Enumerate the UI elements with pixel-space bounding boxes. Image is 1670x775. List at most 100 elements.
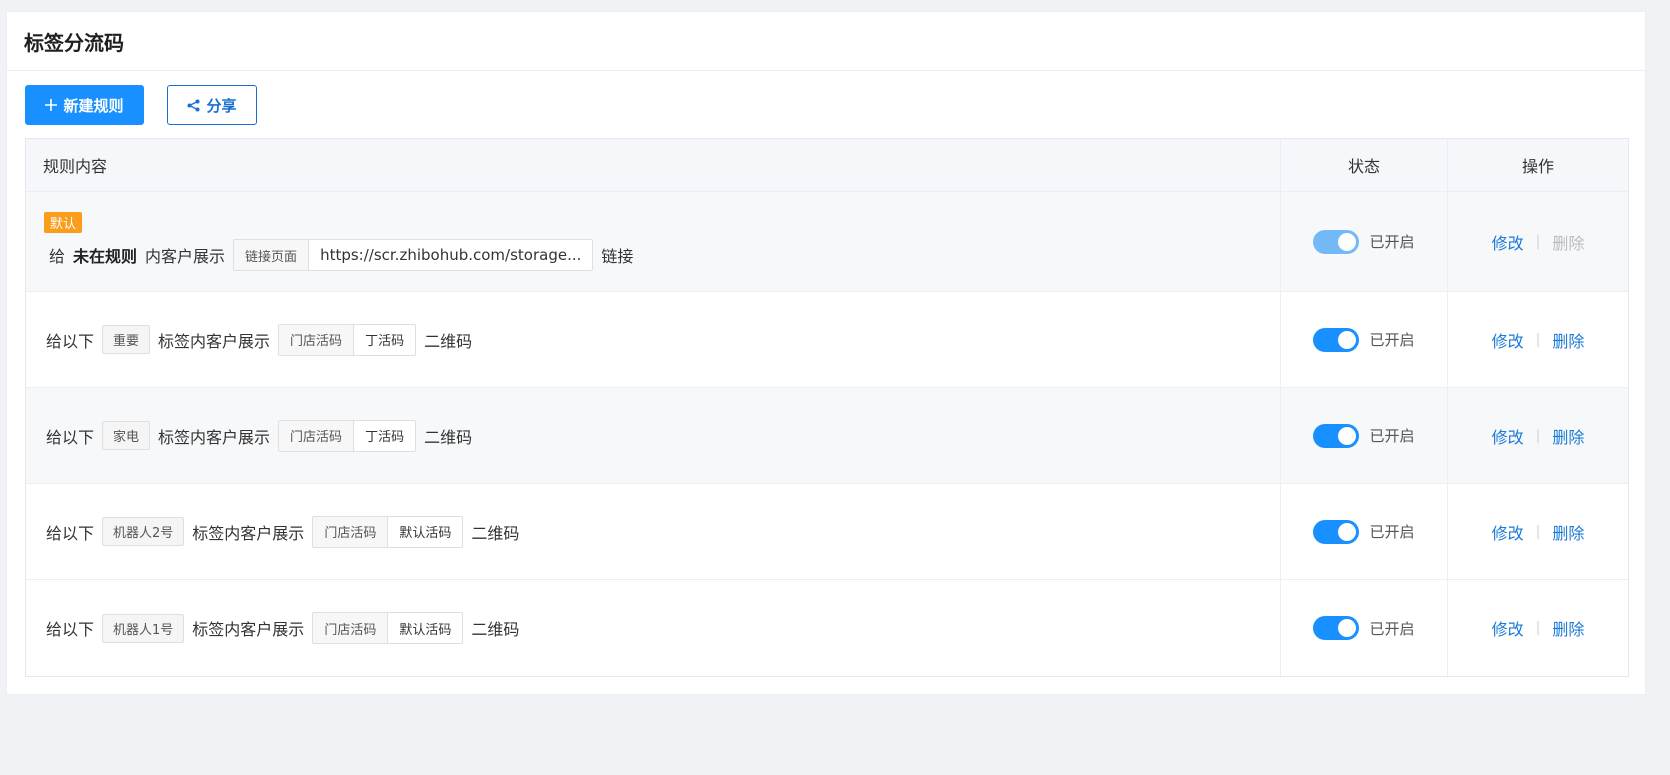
rule-suffix: 二维码: [424, 427, 473, 447]
ops-cell: 修改 | 删除: [1448, 484, 1628, 579]
table-row: 默认 给 未在规则 内客户展示 链接页面 https://scr.zhibohu…: [26, 192, 1628, 292]
rule-cell: 给以下 家电 标签内客户展示 门店活码 丁活码 二维码: [26, 388, 1281, 483]
code-segment: 门店活码 丁活码: [278, 323, 417, 356]
code-segment: 门店活码 默认活码: [312, 515, 464, 548]
rule-line: 给以下 重要 标签内客户展示 门店活码 丁活码 二维码: [44, 323, 480, 356]
edit-link[interactable]: 修改: [1492, 424, 1524, 448]
page-title: 标签分流码: [24, 30, 124, 55]
share-label: 分享: [206, 96, 237, 115]
rule-prefix: 给: [49, 247, 66, 266]
ops-separator: |: [1535, 620, 1541, 636]
ops-separator: |: [1535, 427, 1541, 444]
rule-prefix: 给以下: [46, 523, 95, 543]
label-tag: 重要: [102, 325, 151, 354]
toolbar: 新建规则 分享: [7, 71, 1645, 139]
edit-link[interactable]: 修改: [1492, 328, 1524, 352]
edit-link[interactable]: 修改: [1492, 230, 1524, 254]
rule-line: 给以下 家电 标签内客户展示 门店活码 丁活码 二维码: [44, 419, 480, 452]
status-cell: 已开启: [1281, 192, 1448, 291]
label-tag: 机器人2号: [102, 517, 185, 546]
label-tag: 机器人1号: [102, 613, 185, 643]
new-rule-label: 新建规则: [63, 96, 124, 115]
rule-suffix: 二维码: [424, 331, 473, 351]
segment-type: 门店活码: [279, 420, 355, 451]
delete-link[interactable]: 删除: [1552, 424, 1584, 448]
status-text: 已开启: [1369, 331, 1415, 349]
segment-value: 默认活码: [399, 622, 452, 638]
segment-type: 门店活码: [279, 324, 355, 355]
header-status: 状态: [1281, 139, 1448, 191]
segment-value: 丁活码: [365, 334, 405, 349]
rule-cell: 给以下 机器人1号 标签内客户展示 门店活码 默认活码 二维码: [26, 580, 1281, 676]
table-header: 规则内容 状态 操作: [26, 139, 1628, 192]
rule-line: 给以下 机器人1号 标签内客户展示 门店活码 默认活码 二维码: [44, 612, 527, 644]
default-badge: 默认: [44, 212, 83, 233]
segment-type: 门店活码: [313, 613, 389, 643]
rule-middle: 标签内客户展示: [192, 620, 305, 639]
label-tag: 家电: [102, 421, 151, 450]
rules-table: 规则内容 状态 操作 默认 给 未在规则 内客户展示 链接页面 https://…: [25, 138, 1629, 677]
segment-url: https://scr.zhibohub.com/storage...: [320, 246, 582, 264]
ops-cell: 修改 | 删除: [1448, 192, 1628, 291]
ops-cell: 修改 | 删除: [1448, 580, 1628, 676]
table-row: 给以下 机器人1号 标签内客户展示 门店活码 默认活码 二维码 已开启 修改 |…: [26, 580, 1628, 676]
rule-suffix: 二维码: [471, 620, 520, 639]
rule-middle: 内客户展示: [145, 247, 226, 266]
segment-type: 门店活码: [313, 516, 389, 547]
rule-suffix: 二维码: [471, 523, 520, 543]
delete-link[interactable]: 删除: [1552, 616, 1584, 640]
status-cell: 已开启: [1281, 580, 1448, 676]
rule-middle: 标签内客户展示: [158, 427, 271, 447]
rule-target: 未在规则: [73, 247, 138, 266]
table-row: 给以下 机器人2号 标签内客户展示 门店活码 默认活码 二维码 已开启 修改 |…: [26, 484, 1628, 580]
table-row: 给以下 重要 标签内客户展示 门店活码 丁活码 二维码 已开启 修改 | 删除: [26, 292, 1628, 388]
edit-link[interactable]: 修改: [1492, 616, 1524, 640]
ops-separator: |: [1535, 331, 1541, 348]
rule-line: 给以下 机器人2号 标签内客户展示 门店活码 默认活码 二维码: [44, 515, 527, 548]
header-ops: 操作: [1521, 157, 1554, 176]
delete-link[interactable]: 删除: [1552, 520, 1584, 544]
edit-link[interactable]: 修改: [1492, 520, 1524, 544]
status-text: 已开启: [1369, 619, 1415, 638]
rule-suffix: 链接: [601, 247, 634, 266]
code-segment: 门店活码 默认活码: [312, 612, 464, 644]
segment-type: 链接页面: [234, 240, 310, 270]
code-segment: 门店活码 丁活码: [278, 419, 417, 452]
plus-icon: [45, 99, 58, 111]
status-toggle[interactable]: [1313, 327, 1360, 352]
rule-prefix: 给以下: [46, 331, 95, 351]
share-icon: [187, 99, 200, 112]
rule-middle: 标签内客户展示: [192, 523, 305, 543]
status-toggle[interactable]: [1313, 616, 1360, 640]
table-row: 给以下 家电 标签内客户展示 门店活码 丁活码 二维码 已开启 修改 | 删除: [26, 388, 1628, 484]
rule-cell: 给以下 重要 标签内客户展示 门店活码 丁活码 二维码: [26, 292, 1281, 387]
status-text: 已开启: [1369, 427, 1415, 445]
rule-cell: 给以下 机器人2号 标签内客户展示 门店活码 默认活码 二维码: [26, 484, 1281, 579]
share-button[interactable]: 分享: [167, 85, 257, 125]
status-text: 已开启: [1369, 233, 1415, 251]
ops-separator: |: [1535, 233, 1541, 250]
status-cell: 已开启: [1281, 292, 1448, 387]
segment-value: 丁活码: [365, 430, 405, 445]
delete-link[interactable]: 删除: [1552, 328, 1584, 352]
ops-cell: 修改 | 删除: [1448, 292, 1628, 387]
new-rule-button[interactable]: 新建规则: [25, 85, 144, 125]
status-toggle[interactable]: [1313, 519, 1360, 544]
header-rule: 规则内容: [26, 139, 1281, 191]
status-text: 已开启: [1369, 523, 1415, 541]
delete-link: 删除: [1552, 233, 1585, 253]
status-cell: 已开启: [1281, 484, 1448, 579]
segment-value: 默认活码: [399, 526, 452, 541]
card-header: 标签分流码: [7, 12, 1645, 71]
rule-prefix: 给以下: [46, 620, 95, 639]
rule-prefix: 给以下: [46, 427, 95, 447]
status-toggle[interactable]: [1313, 423, 1360, 448]
link-segment: 链接页面 https://scr.zhibohub.com/storage...: [233, 239, 594, 271]
ops-separator: |: [1535, 523, 1541, 540]
ops-cell: 修改 | 删除: [1448, 388, 1628, 483]
rule-cell: 默认 给 未在规则 内客户展示 链接页面 https://scr.zhibohu…: [26, 192, 1281, 291]
rule-middle: 标签内客户展示: [158, 331, 271, 351]
main-card: 标签分流码 新建规则 分享 规则内容 状态 操作 默认 给 未在规则 内客户展示…: [6, 11, 1646, 695]
rule-line: 给 未在规则 内客户展示 链接页面 https://scr.zhibohub.c…: [44, 239, 641, 271]
status-toggle[interactable]: [1313, 229, 1360, 254]
